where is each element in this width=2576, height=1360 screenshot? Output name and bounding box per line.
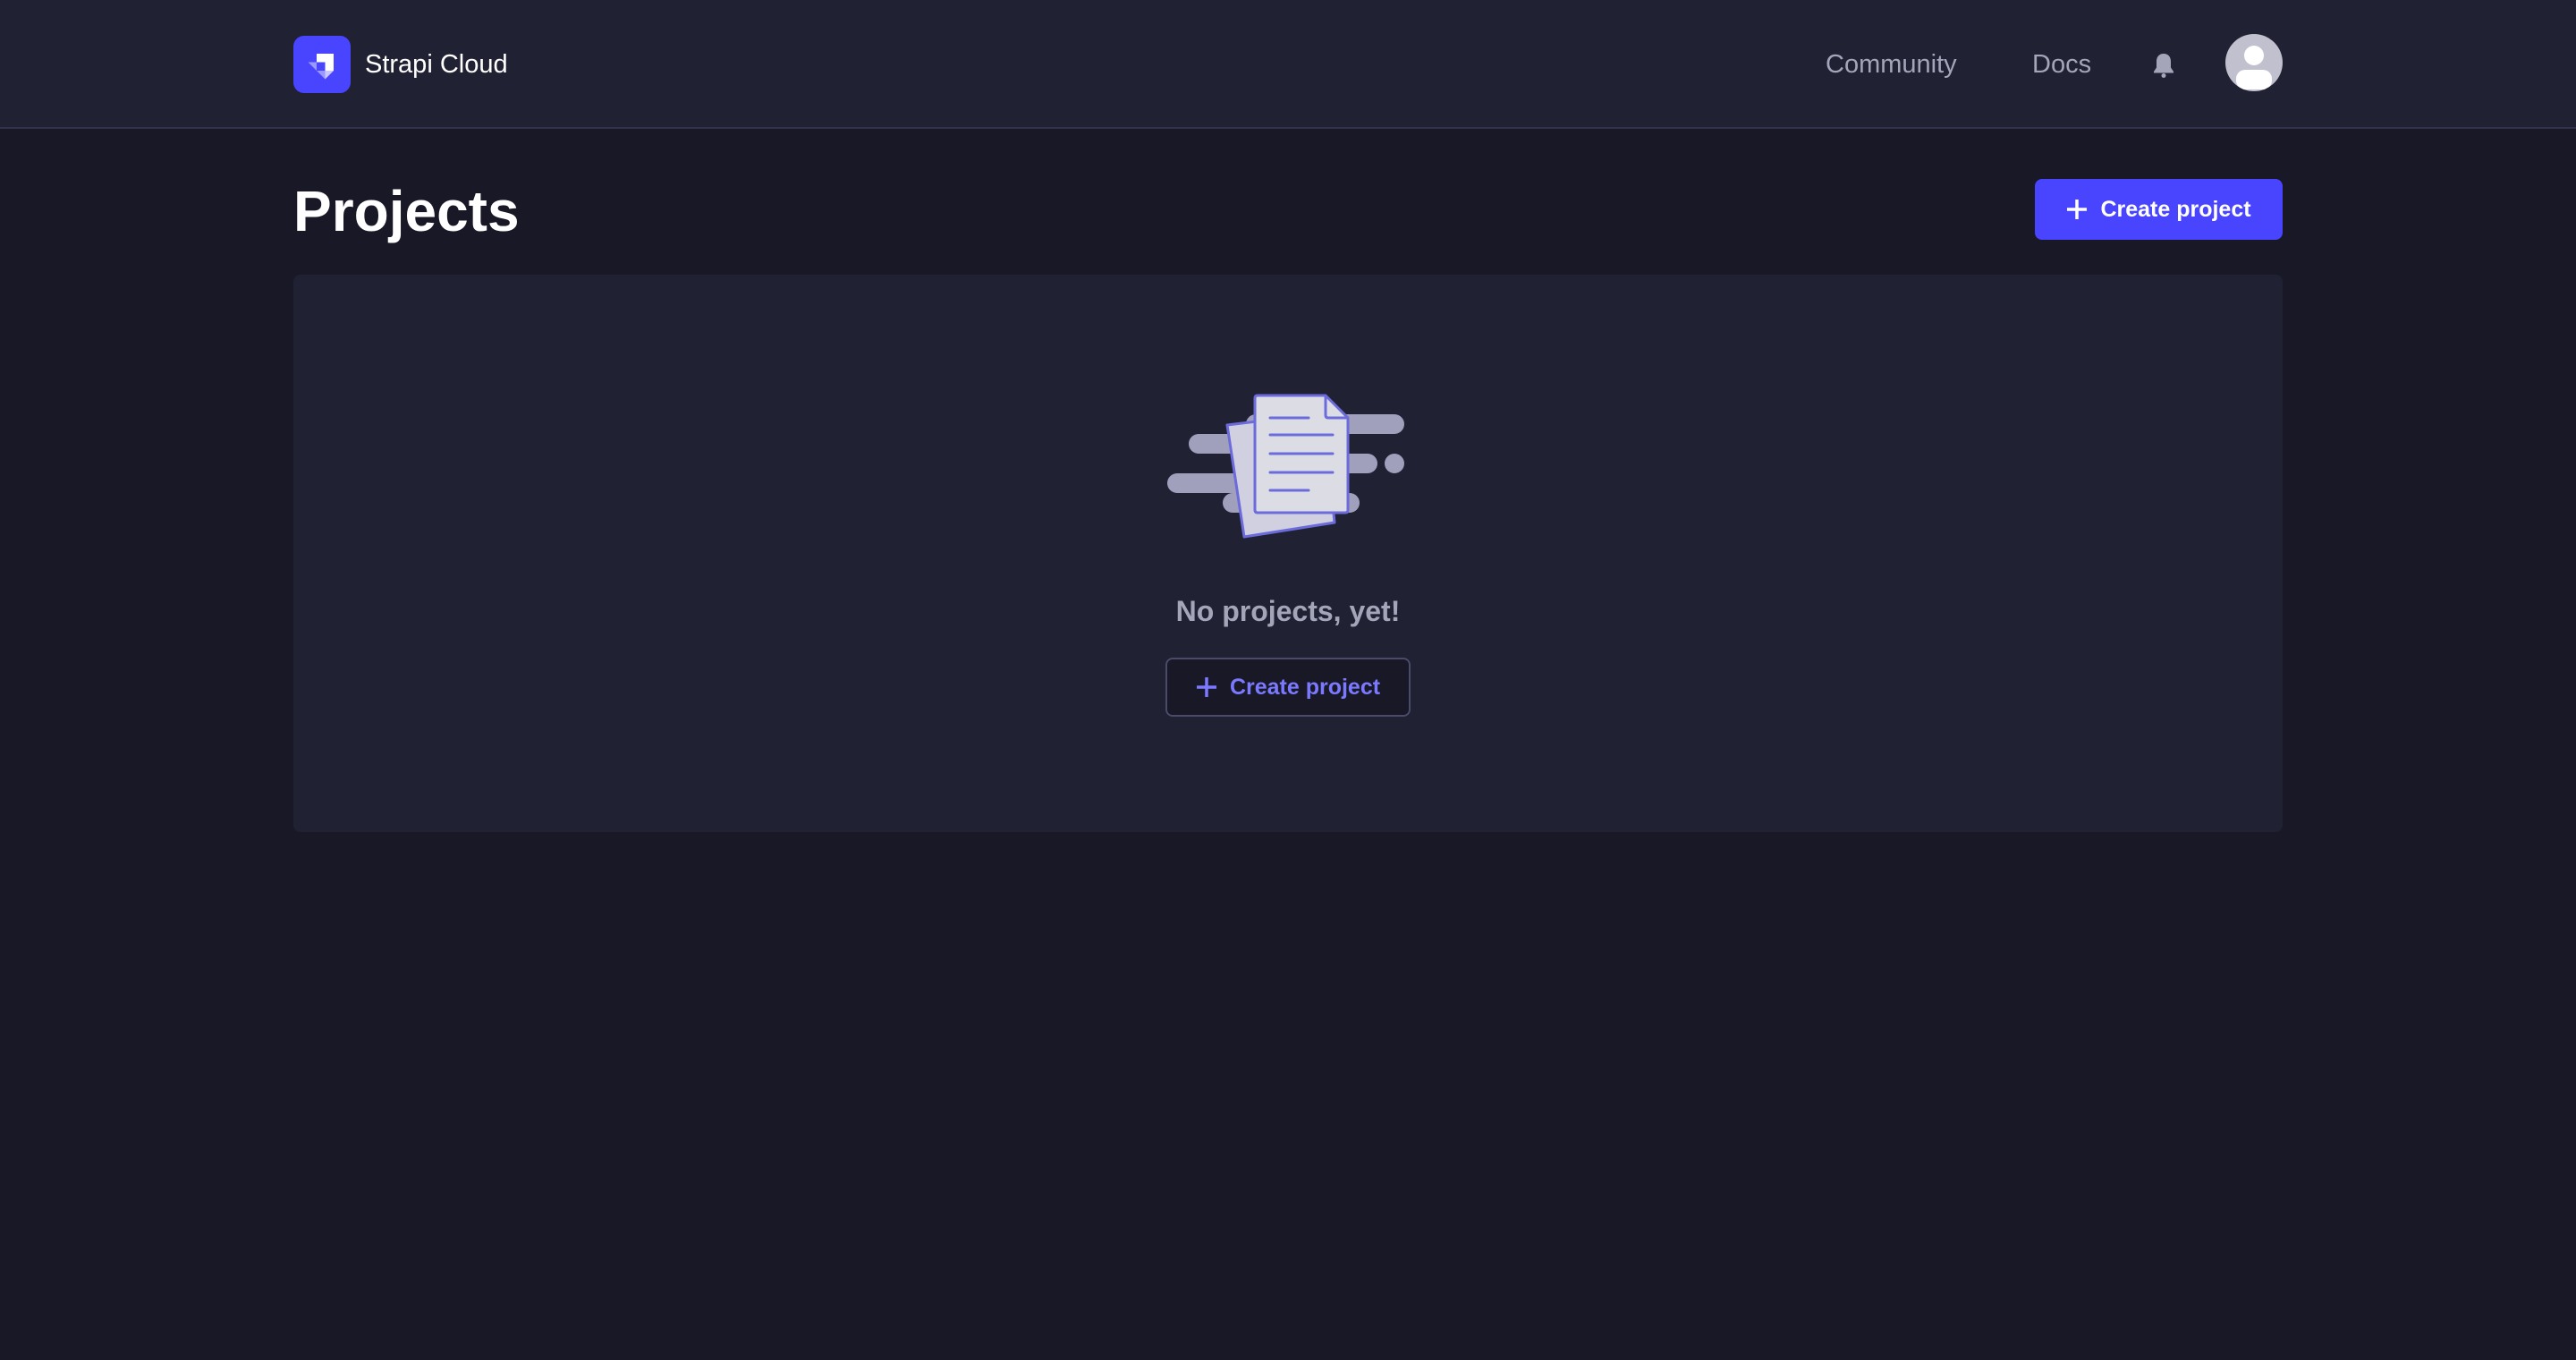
nav-community-link[interactable]: Community: [1826, 48, 1957, 81]
nav-docs-link[interactable]: Docs: [2032, 48, 2091, 81]
empty-documents-illustration-icon: [1167, 394, 1404, 539]
brand-name[interactable]: Strapi Cloud: [365, 48, 508, 81]
plus-icon: [1196, 677, 1216, 697]
empty-state-message: No projects, yet!: [1175, 595, 1401, 627]
top-header: Strapi Cloud Community Docs: [0, 0, 2576, 129]
plus-icon: [2067, 200, 2088, 219]
empty-create-project-button[interactable]: Create project: [1165, 658, 1411, 717]
bell-icon[interactable]: [2152, 52, 2175, 83]
page-title: Projects: [293, 179, 520, 243]
create-project-label: Create project: [2100, 196, 2251, 222]
empty-create-project-label: Create project: [1229, 674, 1381, 700]
strapi-logo-icon[interactable]: [293, 36, 351, 93]
user-avatar-icon[interactable]: [2225, 34, 2283, 91]
create-project-button[interactable]: Create project: [2035, 179, 2283, 240]
